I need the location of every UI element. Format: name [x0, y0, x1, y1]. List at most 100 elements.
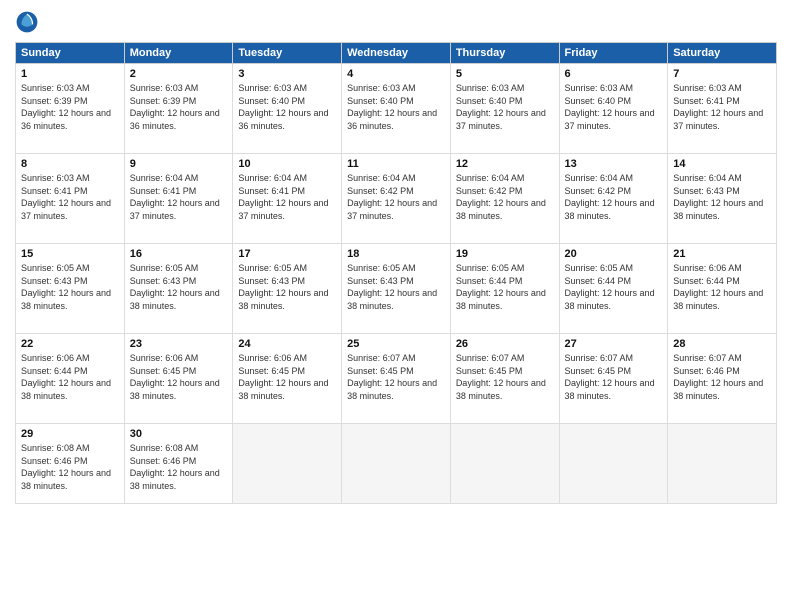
- calendar-day-cell: 19 Sunrise: 6:05 AM Sunset: 6:44 PM Dayl…: [450, 244, 559, 334]
- day-number: 27: [565, 338, 663, 350]
- calendar-day-cell: 25 Sunrise: 6:07 AM Sunset: 6:45 PM Dayl…: [342, 334, 451, 424]
- calendar-day-cell: 12 Sunrise: 6:04 AM Sunset: 6:42 PM Dayl…: [450, 154, 559, 244]
- calendar-day-header: Sunday: [16, 43, 125, 64]
- calendar-day-cell: 17 Sunrise: 6:05 AM Sunset: 6:43 PM Dayl…: [233, 244, 342, 334]
- calendar-day-cell: 5 Sunrise: 6:03 AM Sunset: 6:40 PM Dayli…: [450, 64, 559, 154]
- calendar-week-row: 22 Sunrise: 6:06 AM Sunset: 6:44 PM Dayl…: [16, 334, 777, 424]
- day-number: 16: [130, 248, 228, 260]
- calendar-day-header: Thursday: [450, 43, 559, 64]
- calendar-week-row: 15 Sunrise: 6:05 AM Sunset: 6:43 PM Dayl…: [16, 244, 777, 334]
- calendar-week-row: 8 Sunrise: 6:03 AM Sunset: 6:41 PM Dayli…: [16, 154, 777, 244]
- day-info: Sunrise: 6:05 AM Sunset: 6:43 PM Dayligh…: [238, 262, 336, 312]
- calendar-day-cell: [668, 424, 777, 504]
- day-number: 24: [238, 338, 336, 350]
- day-info: Sunrise: 6:05 AM Sunset: 6:44 PM Dayligh…: [456, 262, 554, 312]
- day-info: Sunrise: 6:08 AM Sunset: 6:46 PM Dayligh…: [130, 442, 228, 492]
- day-info: Sunrise: 6:05 AM Sunset: 6:43 PM Dayligh…: [130, 262, 228, 312]
- day-info: Sunrise: 6:08 AM Sunset: 6:46 PM Dayligh…: [21, 442, 119, 492]
- calendar-week-row: 29 Sunrise: 6:08 AM Sunset: 6:46 PM Dayl…: [16, 424, 777, 504]
- calendar-day-header: Saturday: [668, 43, 777, 64]
- calendar-table: SundayMondayTuesdayWednesdayThursdayFrid…: [15, 42, 777, 504]
- day-info: Sunrise: 6:07 AM Sunset: 6:46 PM Dayligh…: [673, 352, 771, 402]
- calendar-day-cell: 24 Sunrise: 6:06 AM Sunset: 6:45 PM Dayl…: [233, 334, 342, 424]
- day-number: 9: [130, 158, 228, 170]
- day-number: 26: [456, 338, 554, 350]
- day-number: 5: [456, 68, 554, 80]
- day-info: Sunrise: 6:03 AM Sunset: 6:40 PM Dayligh…: [238, 82, 336, 132]
- day-number: 12: [456, 158, 554, 170]
- day-info: Sunrise: 6:03 AM Sunset: 6:41 PM Dayligh…: [673, 82, 771, 132]
- day-info: Sunrise: 6:04 AM Sunset: 6:43 PM Dayligh…: [673, 172, 771, 222]
- day-info: Sunrise: 6:04 AM Sunset: 6:42 PM Dayligh…: [347, 172, 445, 222]
- day-number: 30: [130, 428, 228, 440]
- day-info: Sunrise: 6:04 AM Sunset: 6:41 PM Dayligh…: [130, 172, 228, 222]
- calendar-header-row: SundayMondayTuesdayWednesdayThursdayFrid…: [16, 43, 777, 64]
- day-info: Sunrise: 6:03 AM Sunset: 6:39 PM Dayligh…: [21, 82, 119, 132]
- calendar-day-cell: 11 Sunrise: 6:04 AM Sunset: 6:42 PM Dayl…: [342, 154, 451, 244]
- day-info: Sunrise: 6:05 AM Sunset: 6:44 PM Dayligh…: [565, 262, 663, 312]
- calendar-day-cell: 6 Sunrise: 6:03 AM Sunset: 6:40 PM Dayli…: [559, 64, 668, 154]
- calendar-day-cell: 3 Sunrise: 6:03 AM Sunset: 6:40 PM Dayli…: [233, 64, 342, 154]
- day-number: 20: [565, 248, 663, 260]
- calendar-day-cell: 23 Sunrise: 6:06 AM Sunset: 6:45 PM Dayl…: [124, 334, 233, 424]
- day-number: 2: [130, 68, 228, 80]
- day-info: Sunrise: 6:07 AM Sunset: 6:45 PM Dayligh…: [347, 352, 445, 402]
- calendar-day-cell: 4 Sunrise: 6:03 AM Sunset: 6:40 PM Dayli…: [342, 64, 451, 154]
- day-info: Sunrise: 6:06 AM Sunset: 6:44 PM Dayligh…: [673, 262, 771, 312]
- header: [15, 10, 777, 34]
- day-info: Sunrise: 6:03 AM Sunset: 6:40 PM Dayligh…: [565, 82, 663, 132]
- calendar-day-cell: [559, 424, 668, 504]
- day-info: Sunrise: 6:07 AM Sunset: 6:45 PM Dayligh…: [565, 352, 663, 402]
- day-number: 11: [347, 158, 445, 170]
- day-info: Sunrise: 6:05 AM Sunset: 6:43 PM Dayligh…: [347, 262, 445, 312]
- day-number: 7: [673, 68, 771, 80]
- calendar-page: SundayMondayTuesdayWednesdayThursdayFrid…: [0, 0, 792, 612]
- day-number: 23: [130, 338, 228, 350]
- logo: [15, 10, 43, 34]
- calendar-day-cell: 13 Sunrise: 6:04 AM Sunset: 6:42 PM Dayl…: [559, 154, 668, 244]
- day-number: 21: [673, 248, 771, 260]
- calendar-day-header: Wednesday: [342, 43, 451, 64]
- day-info: Sunrise: 6:04 AM Sunset: 6:42 PM Dayligh…: [456, 172, 554, 222]
- calendar-day-cell: 20 Sunrise: 6:05 AM Sunset: 6:44 PM Dayl…: [559, 244, 668, 334]
- calendar-day-cell: 10 Sunrise: 6:04 AM Sunset: 6:41 PM Dayl…: [233, 154, 342, 244]
- calendar-day-header: Monday: [124, 43, 233, 64]
- calendar-day-cell: 26 Sunrise: 6:07 AM Sunset: 6:45 PM Dayl…: [450, 334, 559, 424]
- day-info: Sunrise: 6:06 AM Sunset: 6:45 PM Dayligh…: [130, 352, 228, 402]
- calendar-day-header: Friday: [559, 43, 668, 64]
- calendar-day-cell: 28 Sunrise: 6:07 AM Sunset: 6:46 PM Dayl…: [668, 334, 777, 424]
- day-info: Sunrise: 6:03 AM Sunset: 6:40 PM Dayligh…: [347, 82, 445, 132]
- day-number: 19: [456, 248, 554, 260]
- day-number: 4: [347, 68, 445, 80]
- day-number: 25: [347, 338, 445, 350]
- day-number: 28: [673, 338, 771, 350]
- calendar-day-cell: 7 Sunrise: 6:03 AM Sunset: 6:41 PM Dayli…: [668, 64, 777, 154]
- calendar-day-cell: 21 Sunrise: 6:06 AM Sunset: 6:44 PM Dayl…: [668, 244, 777, 334]
- day-info: Sunrise: 6:03 AM Sunset: 6:40 PM Dayligh…: [456, 82, 554, 132]
- day-info: Sunrise: 6:06 AM Sunset: 6:45 PM Dayligh…: [238, 352, 336, 402]
- day-info: Sunrise: 6:05 AM Sunset: 6:43 PM Dayligh…: [21, 262, 119, 312]
- day-info: Sunrise: 6:03 AM Sunset: 6:41 PM Dayligh…: [21, 172, 119, 222]
- calendar-day-cell: 30 Sunrise: 6:08 AM Sunset: 6:46 PM Dayl…: [124, 424, 233, 504]
- calendar-day-cell: 22 Sunrise: 6:06 AM Sunset: 6:44 PM Dayl…: [16, 334, 125, 424]
- calendar-day-cell: 27 Sunrise: 6:07 AM Sunset: 6:45 PM Dayl…: [559, 334, 668, 424]
- day-number: 22: [21, 338, 119, 350]
- day-info: Sunrise: 6:03 AM Sunset: 6:39 PM Dayligh…: [130, 82, 228, 132]
- day-number: 18: [347, 248, 445, 260]
- day-number: 8: [21, 158, 119, 170]
- day-number: 15: [21, 248, 119, 260]
- calendar-day-cell: 15 Sunrise: 6:05 AM Sunset: 6:43 PM Dayl…: [16, 244, 125, 334]
- calendar-day-cell: [342, 424, 451, 504]
- calendar-day-cell: 29 Sunrise: 6:08 AM Sunset: 6:46 PM Dayl…: [16, 424, 125, 504]
- day-number: 1: [21, 68, 119, 80]
- day-number: 29: [21, 428, 119, 440]
- day-info: Sunrise: 6:04 AM Sunset: 6:41 PM Dayligh…: [238, 172, 336, 222]
- day-number: 10: [238, 158, 336, 170]
- calendar-day-cell: 16 Sunrise: 6:05 AM Sunset: 6:43 PM Dayl…: [124, 244, 233, 334]
- day-number: 3: [238, 68, 336, 80]
- day-info: Sunrise: 6:06 AM Sunset: 6:44 PM Dayligh…: [21, 352, 119, 402]
- calendar-day-cell: 14 Sunrise: 6:04 AM Sunset: 6:43 PM Dayl…: [668, 154, 777, 244]
- day-number: 13: [565, 158, 663, 170]
- day-number: 17: [238, 248, 336, 260]
- day-number: 14: [673, 158, 771, 170]
